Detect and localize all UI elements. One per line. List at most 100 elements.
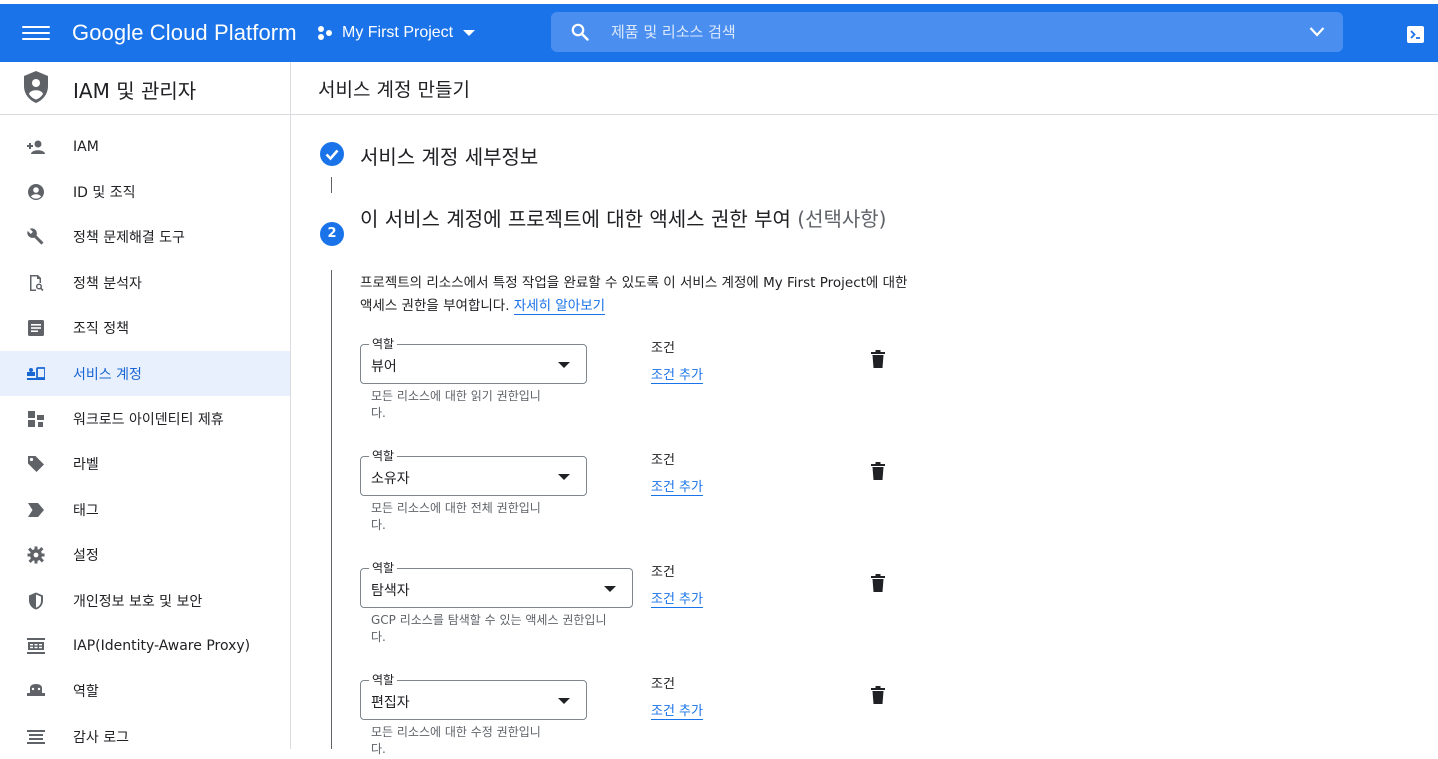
delete-icon[interactable] <box>871 686 885 704</box>
project-selector[interactable]: My First Project <box>316 24 476 42</box>
role-field-label: 역할 <box>369 671 398 688</box>
condition-label: 조건 <box>651 565 675 580</box>
step-2-optional: (선택사항) <box>797 207 887 231</box>
add-condition-link[interactable]: 조건 추가 <box>651 588 703 608</box>
workload-icon <box>26 409 46 429</box>
add-condition-link[interactable]: 조건 추가 <box>651 364 703 384</box>
dropdown-arrow-icon <box>558 362 570 368</box>
tag-icon <box>26 500 46 520</box>
account-circle-icon <box>26 182 46 202</box>
add-condition-link[interactable]: 조건 추가 <box>651 700 703 720</box>
project-name: My First Project <box>342 24 454 41</box>
role-select[interactable]: 역할 소유자 <box>360 447 587 496</box>
sidebar-item-label: 라벨 <box>73 457 99 474</box>
role-select[interactable]: 역할 뷰어 <box>360 335 587 384</box>
step-1-header[interactable]: 서비스 계정 세부정보 <box>320 142 538 169</box>
brand-logo[interactable]: Google Cloud Platform <box>72 20 297 46</box>
delete-icon[interactable] <box>871 574 885 592</box>
stepper-connector <box>331 177 332 193</box>
sidebar-item-iam[interactable]: IAM <box>0 124 290 169</box>
sidebar-item-tags[interactable]: 태그 <box>0 487 290 532</box>
search-bar[interactable] <box>551 12 1343 52</box>
sidebar-item-label: IAM <box>73 138 99 155</box>
sidebar-item-workload-identity[interactable]: 워크로드 아이덴티티 제휴 <box>0 396 290 441</box>
search-input[interactable] <box>611 19 1251 45</box>
cloud-shell-icon[interactable] <box>1407 26 1424 43</box>
sidebar-item-audit-logs[interactable]: 감사 로그 <box>0 714 290 759</box>
step-2-number: 2 <box>320 222 344 246</box>
condition-block: 조건 조건 추가 <box>651 561 703 608</box>
sidebar-header: IAM 및 관리자 <box>0 62 290 115</box>
role-help-text: 모든 리소스에 대한 전체 권한입니다. <box>371 501 541 532</box>
role-row: 역할 편집자 모든 리소스에 대한 수정 권한입니다. <box>360 671 587 758</box>
sidebar-item-policy-analyzer[interactable]: 정책 분석자 <box>0 260 290 305</box>
condition-label: 조건 <box>651 341 675 356</box>
condition-block: 조건 조건 추가 <box>651 337 703 384</box>
sidebar-item-label: 워크로드 아이덴티티 제휴 <box>73 412 224 429</box>
step-2-title: 이 서비스 계정에 프로젝트에 대한 액세스 권한 부여 (선택사항) <box>360 204 900 235</box>
role-field-label: 역할 <box>369 447 398 464</box>
check-circle-icon <box>320 142 344 166</box>
sidebar-item-label: 서비스 계정 <box>73 366 142 383</box>
iam-shield-icon <box>24 71 48 103</box>
document-search-icon <box>26 273 46 293</box>
expand-search-icon[interactable] <box>1309 26 1325 38</box>
sidebar-item-label: 조직 정책 <box>73 321 129 338</box>
project-hub-icon <box>318 26 332 40</box>
role-field-label: 역할 <box>369 335 398 352</box>
list-alt-icon <box>26 318 46 338</box>
condition-label: 조건 <box>651 677 675 692</box>
audit-log-icon <box>26 727 46 747</box>
sidebar-item-label: 역할 <box>73 684 99 701</box>
role-row: 역할 뷰어 모든 리소스에 대한 읽기 권한입니다. <box>360 335 587 422</box>
condition-label: 조건 <box>651 453 675 468</box>
step-2-description: 프로젝트의 리소스에서 특정 작업을 완료할 수 있도록 이 서비스 계정에 M… <box>360 272 910 318</box>
delete-icon[interactable] <box>871 350 885 368</box>
main-content: 서비스 계정 만들기 서비스 계정 세부정보 2 이 서비스 계정에 프로젝트에… <box>291 62 1438 756</box>
dropdown-arrow-icon <box>558 698 570 704</box>
sidebar-item-policy-troubleshooter[interactable]: 정책 문제해결 도구 <box>0 215 290 260</box>
sidebar-item-labels[interactable]: 라벨 <box>0 442 290 487</box>
sidebar-item-identity-org[interactable]: ID 및 조직 <box>0 169 290 214</box>
sidebar-item-label: 개인정보 보호 및 보안 <box>73 593 203 610</box>
role-row: 역할 소유자 모든 리소스에 대한 전체 권한입니다. <box>360 447 587 534</box>
role-select[interactable]: 역할 탐색자 <box>360 559 633 608</box>
sidebar-title: IAM 및 관리자 <box>73 79 197 103</box>
role-select[interactable]: 역할 편집자 <box>360 671 587 720</box>
sidebar-item-label: 정책 문제해결 도구 <box>73 230 185 247</box>
search-icon <box>571 23 589 41</box>
sidebar-item-privacy-security[interactable]: 개인정보 보호 및 보안 <box>0 578 290 623</box>
step-2-title-text: 이 서비스 계정에 프로젝트에 대한 액세스 권한 부여 <box>360 207 791 231</box>
role-value: 탐색자 <box>371 583 410 599</box>
page-title: 서비스 계정 만들기 <box>318 79 470 101</box>
sidebar-item-org-policies[interactable]: 조직 정책 <box>0 306 290 351</box>
person-add-icon <box>26 137 46 157</box>
iap-icon <box>26 636 46 656</box>
delete-icon[interactable] <box>871 462 885 480</box>
sidebar-item-iap[interactable]: IAP(Identity-Aware Proxy) <box>0 623 290 668</box>
role-help-text: GCP 리소스를 탐색할 수 있는 액세스 권한입니다. <box>371 613 607 644</box>
dropdown-arrow-icon <box>558 474 570 480</box>
chevron-down-icon <box>463 30 476 36</box>
sidebar-item-label: 태그 <box>73 502 99 519</box>
hamburger-menu-icon[interactable] <box>22 22 50 44</box>
label-icon <box>26 454 46 474</box>
condition-block: 조건 조건 추가 <box>651 673 703 720</box>
service-account-icon <box>26 364 46 384</box>
sidebar-item-label: IAP(Identity-Aware Proxy) <box>73 637 251 654</box>
sidebar-item-label: 감사 로그 <box>73 729 129 746</box>
sidebar-item-roles[interactable]: 역할 <box>0 669 290 714</box>
role-value: 뷰어 <box>371 359 397 375</box>
add-condition-link[interactable]: 조건 추가 <box>651 476 703 496</box>
dropdown-arrow-icon <box>604 586 616 592</box>
sidebar-item-service-accounts[interactable]: 서비스 계정 <box>0 350 290 397</box>
role-value: 편집자 <box>371 695 410 711</box>
roles-icon <box>26 681 46 701</box>
step-1-title: 서비스 계정 세부정보 <box>360 145 539 169</box>
wrench-icon <box>26 227 46 247</box>
condition-block: 조건 조건 추가 <box>651 449 703 496</box>
role-value: 소유자 <box>371 471 410 487</box>
learn-more-link[interactable]: 자세히 알아보기 <box>513 298 606 315</box>
sidebar-item-settings[interactable]: 설정 <box>0 533 290 578</box>
sidebar-nav: IAM ID 및 조직 정책 문제해결 도구 정책 분석자 조직 정책 서비스 … <box>0 124 290 759</box>
